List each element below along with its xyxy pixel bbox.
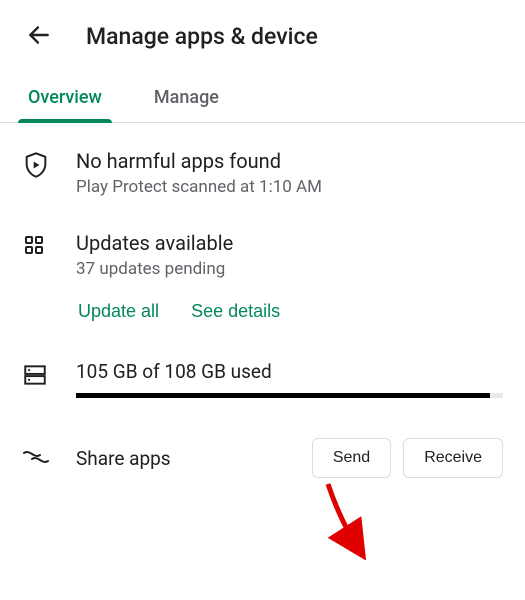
back-button[interactable] (20, 16, 58, 57)
arrow-back-icon (26, 22, 52, 48)
protect-subtitle: Play Protect scanned at 1:10 AM (76, 177, 503, 197)
updates-title: Updates available (76, 231, 503, 255)
protect-title: No harmful apps found (76, 149, 503, 173)
receive-button[interactable]: Receive (403, 438, 503, 478)
apps-grid-icon (22, 233, 46, 257)
storage-row[interactable]: 105 GB of 108 GB used (22, 360, 503, 398)
storage-text: 105 GB of 108 GB used (76, 360, 503, 383)
send-button[interactable]: Send (312, 438, 391, 478)
storage-icon (22, 362, 48, 388)
page-title: Manage apps & device (86, 23, 318, 50)
annotation-arrow (320, 480, 380, 560)
update-all-button[interactable]: Update all (76, 297, 161, 326)
storage-bar (76, 393, 503, 398)
see-details-button[interactable]: See details (189, 297, 282, 326)
overview-content: No harmful apps found Play Protect scann… (0, 123, 525, 478)
tab-overview[interactable]: Overview (18, 75, 112, 122)
play-protect-row[interactable]: No harmful apps found Play Protect scann… (22, 149, 503, 197)
share-apps-label: Share apps (76, 447, 300, 470)
updates-subtitle: 37 updates pending (76, 259, 503, 279)
share-nearby-icon (22, 445, 50, 469)
share-apps-row: Share apps Send Receive (22, 438, 503, 478)
updates-row: Updates available 37 updates pending Upd… (22, 231, 503, 326)
storage-bar-fill (76, 393, 490, 398)
tab-bar: Overview Manage (0, 75, 525, 123)
tab-manage[interactable]: Manage (144, 75, 229, 122)
app-bar: Manage apps & device (0, 0, 525, 75)
shield-play-icon (22, 151, 50, 179)
